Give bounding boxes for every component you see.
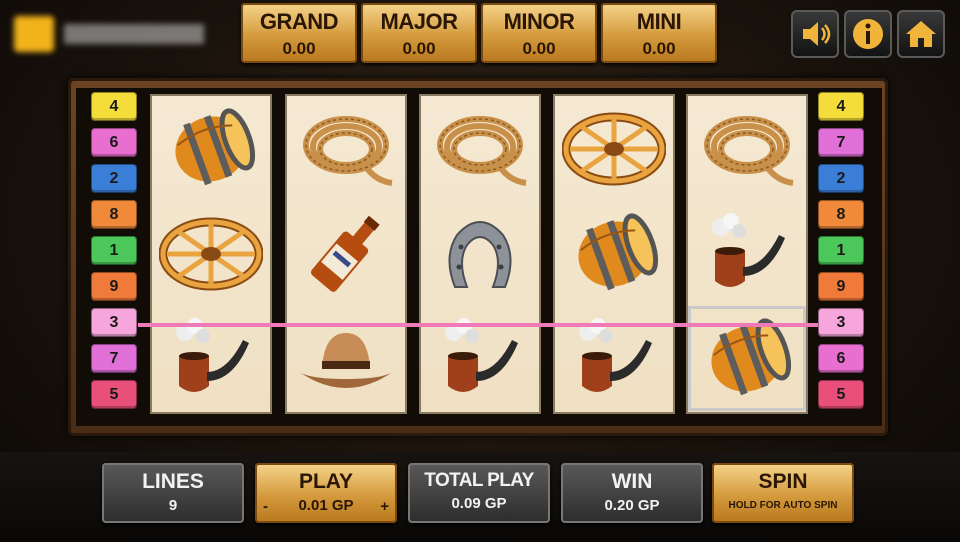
reel (686, 94, 808, 414)
payline-badge: 9 (91, 272, 137, 301)
pipe-symbol (152, 306, 270, 411)
wagon-wheel-symbol (555, 96, 673, 201)
info-button[interactable] (844, 10, 892, 58)
wagon-wheel-symbol (152, 201, 270, 306)
speaker-icon (803, 22, 831, 46)
home-icon (906, 21, 936, 47)
jackpot-value: 0.00 (402, 39, 436, 58)
barrel-symbol (555, 201, 673, 306)
payline-badge: 3 (818, 308, 864, 337)
play-value: 0.01 GP (298, 497, 354, 514)
barrel-symbol (152, 96, 270, 201)
jackpot-label: MINOR (503, 9, 575, 34)
bet-decrease-button[interactable]: - (263, 498, 268, 515)
info-icon (853, 19, 883, 49)
sound-button[interactable] (791, 10, 839, 58)
payline-badge: 8 (91, 200, 137, 229)
play-label: PLAY (298, 470, 354, 493)
payline-badge: 6 (91, 128, 137, 157)
jackpot-value: 0.00 (522, 39, 556, 58)
spin-label: SPIN (758, 470, 808, 493)
rope-symbol (688, 96, 806, 201)
total-play-label: TOTAL PLAY (424, 470, 534, 491)
payline-badge: 2 (818, 164, 864, 193)
jackpot-label: MAJOR (380, 9, 458, 34)
whiskey-bottle-symbol (287, 201, 405, 306)
payline-badge: 5 (91, 380, 137, 409)
lines-display: LINES 9 (102, 463, 244, 523)
reel (150, 94, 272, 414)
reel (553, 94, 675, 414)
payline-badge: 7 (818, 128, 864, 157)
payline-badge: 7 (91, 344, 137, 373)
pipe-symbol (555, 306, 673, 411)
lines-label: LINES (142, 470, 204, 493)
bet-increase-button[interactable]: + (380, 498, 389, 515)
reel (419, 94, 541, 414)
payline-badge: 4 (818, 92, 864, 121)
payline-badge: 6 (818, 344, 864, 373)
spin-sublabel: HOLD FOR AUTO SPIN (728, 500, 838, 511)
jackpot-label: MINI (636, 9, 682, 34)
barrel-symbol (688, 306, 806, 411)
jackpot-major: MAJOR 0.00 (361, 3, 477, 63)
pipe-symbol (688, 201, 806, 306)
payline-badge: 9 (818, 272, 864, 301)
win-value: 0.20 GP (604, 497, 660, 514)
payline-badge: 2 (91, 164, 137, 193)
home-button[interactable] (897, 10, 945, 58)
horseshoe-symbol (421, 201, 539, 306)
game-logo-blurred (8, 6, 218, 58)
win-label: WIN (611, 470, 653, 493)
cowboy-hat-symbol (287, 306, 405, 411)
jackpot-value: 0.00 (642, 39, 676, 58)
spin-button[interactable]: SPIN HOLD FOR AUTO SPIN (712, 463, 854, 523)
lines-value: 9 (168, 497, 178, 514)
rope-symbol (421, 96, 539, 201)
payline-badge: 5 (818, 380, 864, 409)
play-bet-control: PLAY 0.01 GP - + (255, 463, 397, 523)
jackpot-label: GRAND (259, 9, 339, 34)
total-play-display: TOTAL PLAY 0.09 GP (408, 463, 550, 523)
payline-badge: 8 (818, 200, 864, 229)
win-display: WIN 0.20 GP (561, 463, 703, 523)
total-play-value: 0.09 GP (451, 495, 507, 512)
payline-badge: 3 (91, 308, 137, 337)
rope-symbol (287, 96, 405, 201)
pipe-symbol (421, 306, 539, 411)
jackpot-mini: MINI 0.00 (601, 3, 717, 63)
jackpot-minor: MINOR 0.00 (481, 3, 597, 63)
reel (285, 94, 407, 414)
jackpot-grand: GRAND 0.00 (241, 3, 357, 63)
jackpot-value: 0.00 (282, 39, 316, 58)
payline-badge: 1 (818, 236, 864, 265)
payline-badge: 1 (91, 236, 137, 265)
payline-badge: 4 (91, 92, 137, 121)
slot-game-screen: GRAND 0.00 MAJOR 0.00 MINOR 0.00 MINI 0.… (0, 0, 960, 542)
winning-payline (138, 323, 818, 327)
